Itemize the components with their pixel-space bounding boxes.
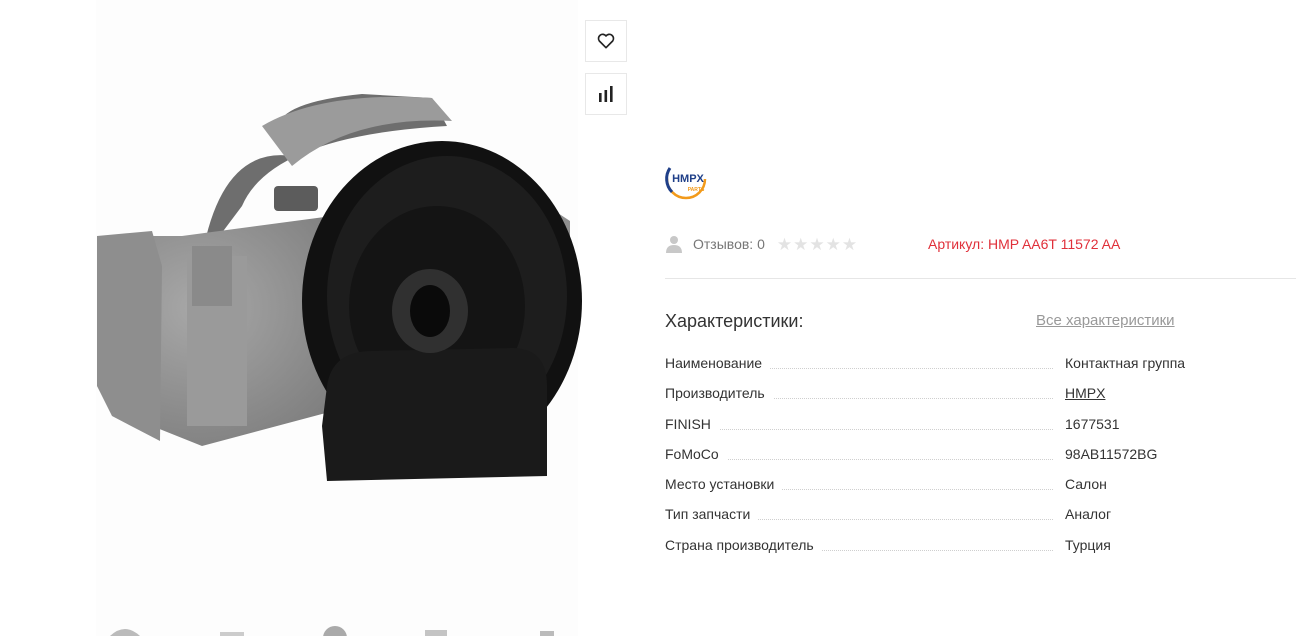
spec-label: Место установки bbox=[665, 476, 783, 493]
reviews-count[interactable]: Отзывов: 0 bbox=[693, 236, 765, 252]
spec-row: Страна производитель Турция bbox=[665, 534, 1225, 564]
spec-label: Наименование bbox=[665, 355, 771, 371]
specs-title: Характеристики: bbox=[665, 311, 804, 331]
specs-table: Наименование Контактная группа Производи… bbox=[665, 352, 1225, 564]
spec-row: FoMoCo 98AB11572BG bbox=[665, 443, 1225, 473]
add-to-compare-button[interactable] bbox=[585, 73, 627, 115]
heart-icon bbox=[597, 33, 615, 49]
manufacturer-link[interactable]: HMPX bbox=[1065, 385, 1105, 401]
spec-row: Производитель HMPX bbox=[665, 382, 1225, 412]
product-meta-row: Отзывов: 0 ★ ★ ★ ★ ★ Артикул: HMP AA6T 1… bbox=[665, 232, 1296, 256]
brand-logo[interactable]: HMPX PARTS bbox=[664, 158, 712, 200]
spec-value: Салон bbox=[1065, 476, 1107, 493]
brand-logo-subtext: PARTS bbox=[688, 187, 705, 193]
star-icon: ★ bbox=[841, 234, 858, 254]
star-icon: ★ bbox=[825, 234, 841, 254]
spec-leader-dots bbox=[665, 428, 1053, 430]
spec-row: Тип запчасти Аналог bbox=[665, 503, 1225, 533]
divider bbox=[665, 278, 1296, 279]
product-image[interactable] bbox=[92, 86, 582, 496]
all-specs-link[interactable]: Все характеристики bbox=[1036, 312, 1175, 329]
bar-chart-icon bbox=[599, 86, 613, 102]
spec-label: Производитель bbox=[665, 385, 773, 402]
spec-value: Турция bbox=[1065, 536, 1111, 553]
spec-row: Место установки Салон bbox=[665, 473, 1225, 503]
star-icon: ★ bbox=[793, 234, 809, 254]
brand-logo-text: HMPX bbox=[672, 173, 704, 185]
star-icon: ★ bbox=[809, 234, 825, 254]
rating-stars: ★ ★ ★ ★ ★ bbox=[777, 236, 857, 253]
spec-row: FINISH 1677531 bbox=[665, 413, 1225, 443]
spec-label: Тип запчасти bbox=[665, 506, 759, 523]
spec-value: 98AB11572BG bbox=[1065, 445, 1158, 462]
spec-label: FINISH bbox=[665, 415, 719, 432]
article-number: Артикул: HMP AA6T 11572 AA bbox=[928, 236, 1121, 252]
spec-row: Наименование Контактная группа bbox=[665, 352, 1225, 382]
add-to-favorites-button[interactable] bbox=[585, 20, 627, 62]
star-icon: ★ bbox=[776, 234, 793, 254]
spec-value: Контактная группа bbox=[1065, 355, 1186, 371]
spec-label: FoMoCo bbox=[665, 445, 727, 462]
user-icon bbox=[666, 236, 682, 253]
spec-value: 1677531 bbox=[1065, 415, 1120, 432]
spec-label: Страна производитель bbox=[665, 536, 822, 553]
spec-value: Аналог bbox=[1065, 506, 1112, 523]
thumbnail-strip[interactable] bbox=[100, 626, 570, 636]
